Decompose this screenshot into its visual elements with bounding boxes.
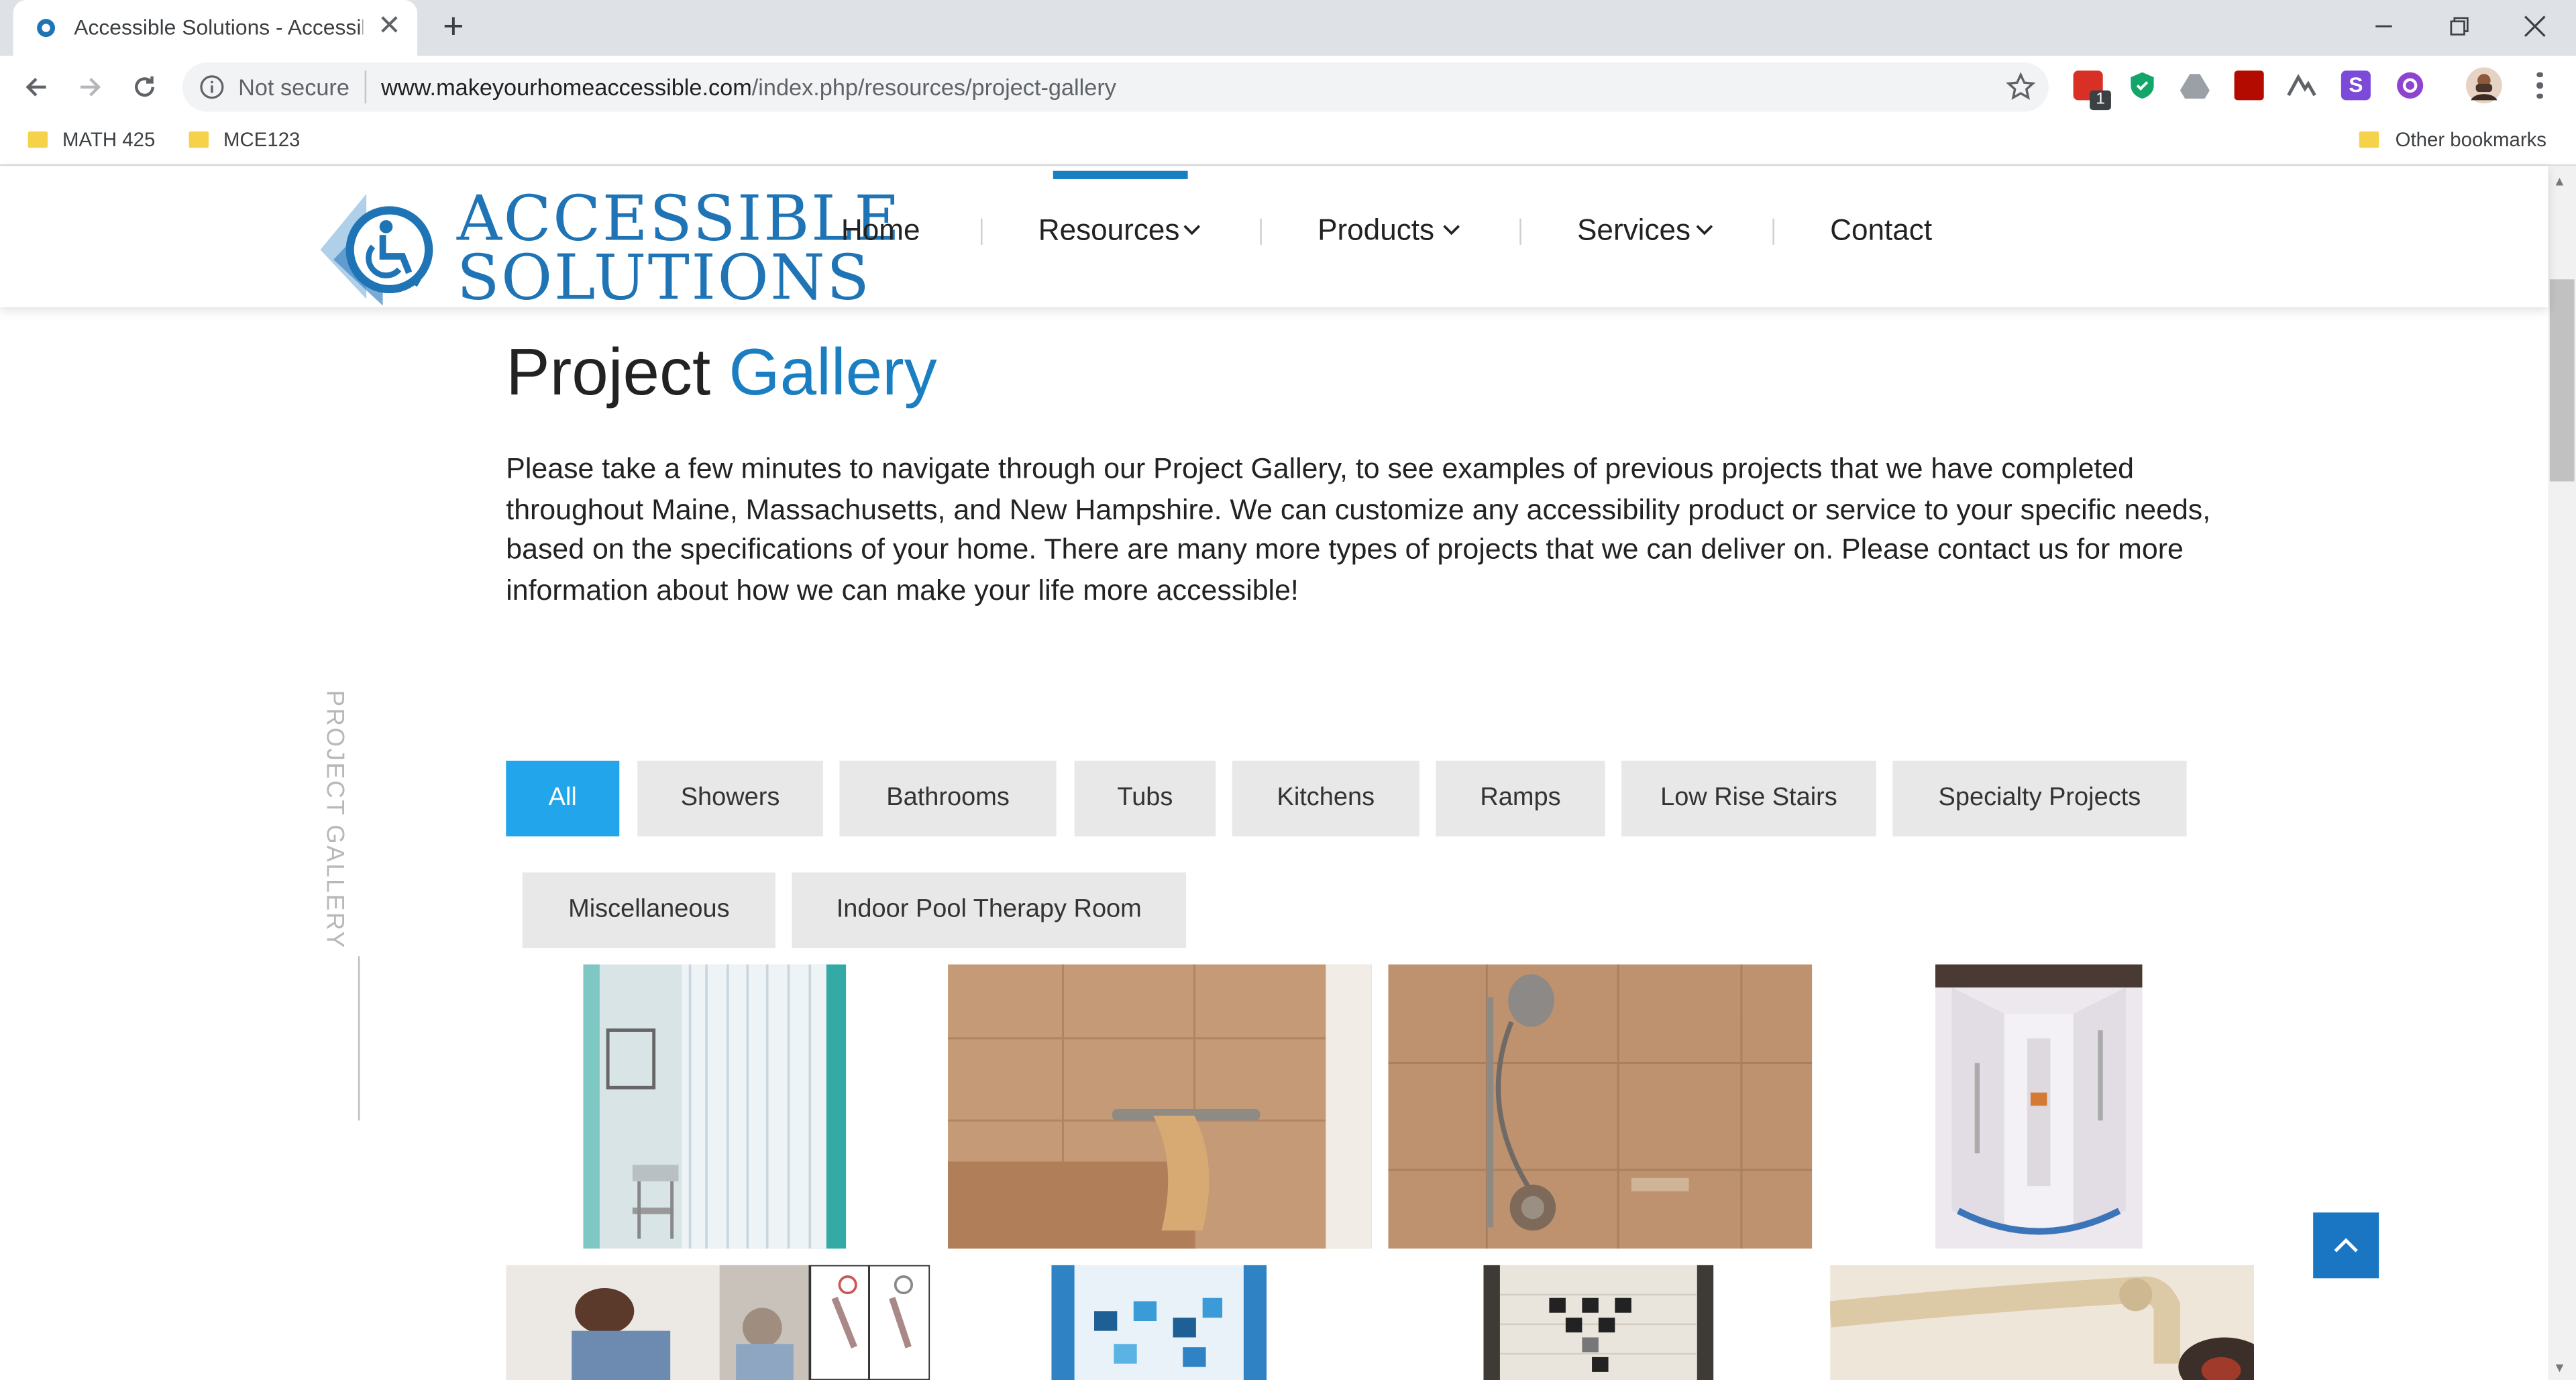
- chevron-up-icon: [2334, 1238, 2358, 1253]
- close-icon: [2524, 15, 2546, 38]
- extension-badge: 1: [2090, 90, 2111, 111]
- folder-icon: [189, 131, 209, 148]
- filter-miscellaneous-button[interactable]: Miscellaneous: [522, 872, 775, 949]
- nav-divider: [981, 218, 983, 245]
- bookmarks-bar: [0, 118, 2576, 166]
- scroll-up-arrow-icon[interactable]: ▲: [2553, 174, 2566, 189]
- nav-divider: [1519, 218, 1521, 245]
- filter-low-rise-stairs-button[interactable]: Low Rise Stairs: [1621, 760, 1876, 837]
- reload-button[interactable]: [127, 69, 163, 105]
- extension-mountain-icon[interactable]: [2287, 70, 2316, 100]
- logo-line1[interactable]: ACCESSIBLE: [457, 187, 902, 250]
- folder-icon: [2359, 131, 2379, 148]
- other-bookmarks[interactable]: Other bookmarks: [2396, 128, 2546, 151]
- url-text[interactable]: www.makeyourhomeaccessible.com/index.php…: [381, 74, 1116, 100]
- extension-pdf-icon[interactable]: [2234, 70, 2264, 101]
- extension-shield-icon[interactable]: [2127, 70, 2157, 100]
- bookmark-star-icon[interactable]: [2004, 70, 2037, 103]
- site-favicon-icon: [37, 19, 56, 38]
- nav-home[interactable]: Home: [841, 213, 920, 248]
- chevron-down-icon: [1443, 225, 1460, 235]
- bookmark-math-425[interactable]: MATH 425: [62, 128, 155, 151]
- restore-icon: [2450, 17, 2469, 36]
- security-label[interactable]: Not secure: [238, 74, 350, 100]
- chevron-down-icon: [1183, 225, 1201, 235]
- gallery-image-mosaic-shower[interactable]: [1483, 1265, 1714, 1380]
- filter-kitchens-button[interactable]: Kitchens: [1232, 760, 1419, 837]
- omnibox-divider: [364, 70, 367, 104]
- nav-divider: [1772, 218, 1774, 245]
- forward-arrow-icon: [80, 77, 101, 97]
- nav-divider: [1260, 218, 1262, 245]
- nav-contact[interactable]: Contact: [1830, 213, 1932, 248]
- bookmark-mce123[interactable]: MCE123: [223, 128, 300, 151]
- side-divider-line: [358, 956, 360, 1121]
- active-nav-indicator: [1053, 170, 1188, 179]
- intro-paragraph: Please take a few minutes to navigate th…: [506, 452, 2211, 606]
- chevron-down-icon: [1696, 225, 1713, 235]
- url-host: www.makeyourhomeaccessible.com: [381, 74, 752, 101]
- back-button[interactable]: [18, 69, 54, 105]
- restore-button[interactable]: [2422, 0, 2498, 52]
- tab-title: Accessible Solutions - Accessible: [74, 15, 364, 40]
- browser-menu-icon[interactable]: [2524, 67, 2557, 103]
- gallery-image-blue-tile-shower[interactable]: [1051, 1265, 1267, 1380]
- logo-line2[interactable]: SOLUTIONS: [457, 246, 871, 309]
- gallery-image-shower-seat[interactable]: [583, 964, 847, 1249]
- minimize-button[interactable]: [2346, 0, 2422, 52]
- gallery-image-grab-bar[interactable]: [1830, 1265, 2255, 1380]
- forward-button[interactable]: [72, 69, 109, 105]
- page-title: Project Gallery: [506, 337, 936, 411]
- back-arrow-icon: [25, 77, 46, 97]
- tab-close-icon[interactable]: ✕: [376, 10, 402, 43]
- reload-icon: [135, 76, 154, 97]
- title-accent: Gallery: [729, 337, 937, 409]
- side-section-text: PROJECT GALLERY: [320, 690, 349, 950]
- gallery-image-handheld-shower[interactable]: [1388, 964, 1813, 1249]
- wheelchair-logo-icon[interactable]: [317, 184, 455, 309]
- nav-resources[interactable]: Resources: [1038, 213, 1180, 248]
- gallery-image-corner-shower[interactable]: [1935, 964, 2143, 1249]
- nav-products[interactable]: Products: [1318, 213, 1434, 248]
- extension-circle-icon[interactable]: [2396, 70, 2425, 100]
- profile-avatar-icon[interactable]: [2465, 67, 2502, 104]
- back-to-top-button[interactable]: [2313, 1212, 2379, 1279]
- filter-tubs-button[interactable]: Tubs: [1074, 760, 1216, 837]
- folder-icon: [28, 131, 48, 148]
- minimize-icon: [2375, 25, 2392, 28]
- filter-specialty-projects-button[interactable]: Specialty Projects: [1892, 760, 2187, 837]
- filter-bathrooms-button[interactable]: Bathrooms: [839, 760, 1057, 837]
- gallery-image-shower-bench[interactable]: [948, 964, 1372, 1249]
- new-tab-button[interactable]: +: [435, 6, 472, 46]
- url-path: /index.php/resources/project-gallery: [751, 74, 1116, 101]
- extension-drive-icon[interactable]: [2180, 70, 2210, 100]
- scroll-down-arrow-icon[interactable]: ▼: [2553, 1361, 2566, 1375]
- filter-all-button[interactable]: All: [506, 760, 620, 837]
- extension-s-icon[interactable]: S: [2341, 70, 2371, 101]
- info-icon[interactable]: [199, 74, 225, 100]
- close-window-button[interactable]: [2497, 0, 2573, 52]
- gallery-image-transfer-demo[interactable]: [506, 1265, 930, 1380]
- title-plain: Project: [506, 337, 711, 409]
- scrollbar-thumb[interactable]: [2549, 279, 2575, 482]
- side-section-label: PROJECT GALLERY: [321, 690, 384, 950]
- nav-services[interactable]: Services: [1577, 213, 1690, 248]
- filter-showers-button[interactable]: Showers: [637, 760, 823, 837]
- filter-ramps-button[interactable]: Ramps: [1436, 760, 1605, 837]
- filter-indoor-pool-button[interactable]: Indoor Pool Therapy Room: [792, 872, 1187, 949]
